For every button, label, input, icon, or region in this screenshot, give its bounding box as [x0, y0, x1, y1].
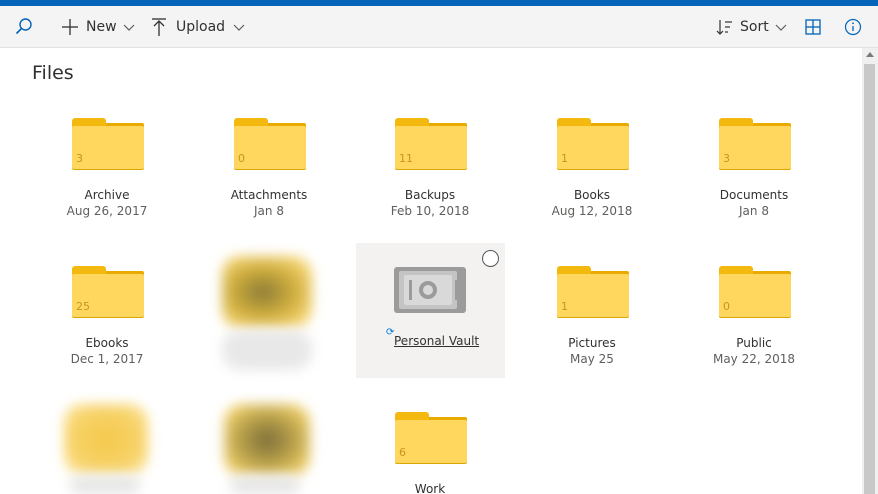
folder-date: Aug 26, 2017: [66, 204, 148, 218]
folder-item-count: 1: [561, 300, 568, 313]
folder-tile-archive[interactable]: 3 Archive Aug 26, 2017: [32, 118, 182, 238]
scroll-up-arrow-icon[interactable]: [866, 52, 874, 57]
new-label: New: [86, 19, 117, 35]
scrollbar-thumb[interactable]: [864, 64, 875, 494]
info-button[interactable]: [844, 6, 862, 48]
folder-name[interactable]: Backups: [355, 188, 505, 202]
folder-icon: 3: [719, 118, 791, 169]
folder-icon: 6: [395, 412, 467, 463]
folder-tile-books[interactable]: 1 Books Aug 12, 2018: [517, 118, 667, 238]
plus-icon: [62, 19, 78, 35]
search-icon: [15, 18, 32, 35]
chevron-down-icon: [233, 24, 245, 31]
folder-tile-attachments[interactable]: 0 Attachments Jan 8: [194, 118, 344, 238]
folder-icon: 3: [72, 118, 144, 169]
upload-button[interactable]: Upload: [150, 6, 245, 48]
grid-view-icon: [805, 19, 821, 35]
folder-icon: 0: [719, 266, 791, 317]
command-bar: New Upload Sort: [0, 6, 878, 48]
folder-tile-ebooks[interactable]: 25 Ebooks Dec 1, 2017: [32, 266, 182, 386]
files-main-area: Files 3 Archive Aug 26, 2017 0 Attachmen…: [0, 48, 862, 494]
folder-name[interactable]: Books: [517, 188, 667, 202]
sort-icon: [716, 20, 732, 35]
folder-name[interactable]: Ebooks: [32, 336, 182, 350]
folder-name[interactable]: Documents: [679, 188, 829, 202]
page-title: Files: [32, 62, 74, 84]
folder-item-count: 0: [238, 152, 245, 165]
new-button[interactable]: New: [60, 6, 135, 48]
vertical-scrollbar[interactable]: [862, 48, 878, 494]
folder-item-count: 1: [561, 152, 568, 165]
folder-tile-backups[interactable]: 11 Backups Feb 10, 2018: [355, 118, 505, 238]
folder-date: May 25: [570, 352, 614, 366]
folder-item-count: 3: [723, 152, 730, 165]
select-checkbox[interactable]: [482, 250, 499, 267]
folder-item-count: 11: [399, 152, 413, 165]
folder-tile-documents[interactable]: 3 Documents Jan 8: [679, 118, 829, 238]
folder-tile-public[interactable]: 0 Public May 22, 2018: [679, 266, 829, 386]
folder-tile-pictures[interactable]: 1 Pictures May 25: [517, 266, 667, 386]
view-options-button[interactable]: [804, 6, 822, 48]
folder-name[interactable]: Public: [679, 336, 829, 350]
upload-label: Upload: [176, 19, 226, 35]
folder-date: May 22, 2018: [712, 352, 796, 366]
search-button[interactable]: [14, 6, 34, 48]
folder-icon: 1: [557, 118, 629, 169]
sort-label: Sort: [740, 19, 769, 35]
folder-item-count: 3: [76, 152, 83, 165]
chevron-down-icon: [123, 24, 134, 31]
folder-item-count: 6: [399, 446, 406, 459]
folder-item-count: 0: [723, 300, 730, 313]
folder-tile-work[interactable]: 6 Work: [355, 412, 505, 494]
folder-name[interactable]: Work: [355, 482, 505, 494]
folder-icon: 25: [72, 266, 144, 317]
folder-date: Jan 8: [254, 204, 284, 218]
folder-icon: 1: [557, 266, 629, 317]
personal-vault-name[interactable]: Personal Vault: [394, 334, 479, 348]
folder-icon: 0: [234, 118, 306, 169]
folder-icon: 11: [395, 118, 467, 169]
info-icon: [844, 18, 862, 36]
folder-date: Jan 8: [739, 204, 769, 218]
vault-icon: [394, 267, 466, 313]
folder-name[interactable]: Attachments: [194, 188, 344, 202]
personal-vault-tile[interactable]: ⟳ Personal Vault: [356, 243, 505, 378]
folder-date: Dec 1, 2017: [70, 352, 144, 366]
folder-date: Aug 12, 2018: [551, 204, 633, 218]
folder-name[interactable]: Archive: [32, 188, 182, 202]
folder-date: Feb 10, 2018: [390, 204, 470, 218]
folder-name[interactable]: Pictures: [517, 336, 667, 350]
chevron-down-icon: [775, 24, 787, 31]
folder-item-count: 25: [76, 300, 90, 313]
upload-icon: [152, 18, 166, 36]
sort-button[interactable]: Sort: [714, 6, 787, 48]
